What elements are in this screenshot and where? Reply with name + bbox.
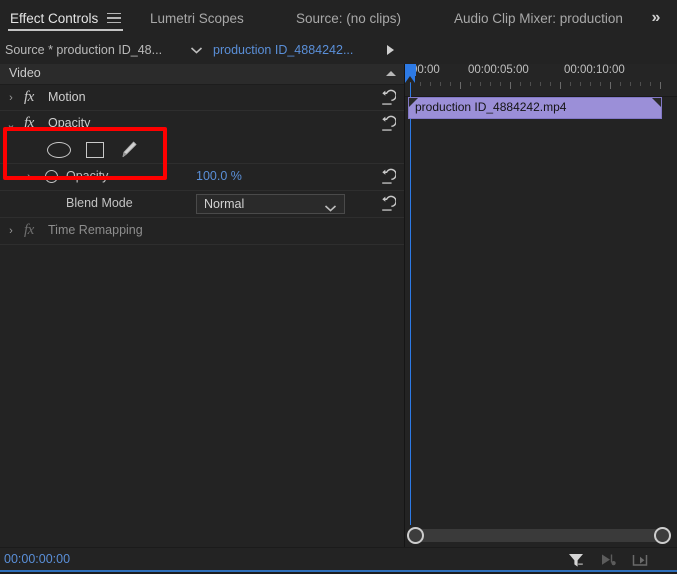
export-frame-icon[interactable]	[630, 551, 650, 569]
zoom-handle-right[interactable]	[654, 527, 671, 544]
effect-name-time-remapping: Time Remapping	[48, 223, 143, 237]
funnel-icon[interactable]	[566, 551, 586, 569]
funnel-glyph	[566, 551, 586, 569]
fx-icon[interactable]: fx	[24, 222, 34, 239]
fx-icon[interactable]: fx	[24, 115, 34, 132]
chevron-down-icon	[324, 200, 337, 218]
property-label-blend-mode: Blend Mode	[66, 196, 133, 210]
playhead-line	[410, 83, 411, 525]
source-label[interactable]: Source * production ID_48...	[5, 41, 162, 59]
playhead-marker[interactable]	[405, 64, 416, 83]
reset-icon-opacity[interactable]	[378, 115, 396, 133]
blend-mode-dropdown[interactable]: Normal	[196, 194, 345, 214]
active-tab-underline	[8, 29, 123, 31]
property-row-blend-mode[interactable]: Blend Mode Normal	[0, 191, 404, 217]
chevron-down-glyph	[190, 46, 203, 55]
tab-label: Source: (no clips)	[296, 11, 401, 26]
timecode-display[interactable]: 00:00:00:00	[4, 552, 70, 566]
section-header-label: Video	[9, 66, 41, 80]
effect-name-motion: Motion	[48, 90, 86, 104]
effect-row-motion[interactable]: › fx Motion	[0, 85, 404, 111]
effect-name-opacity: Opacity	[48, 116, 90, 130]
play-keyframe-icon[interactable]	[598, 551, 618, 569]
play-keyframe-glyph	[598, 551, 618, 569]
caret-up-icon[interactable]	[386, 71, 396, 76]
effect-row-time-remapping[interactable]: › fx Time Remapping	[0, 218, 404, 244]
reset-icon-opacity-property[interactable]	[378, 168, 396, 186]
mask-tools-row	[0, 137, 404, 163]
panel-tab-bar: Effect Controls Lumetri Scopes Source: (…	[0, 0, 677, 37]
rectangle-mask-icon[interactable]	[82, 140, 108, 160]
tab-label: Effect Controls	[10, 11, 98, 26]
focus-indicator-line	[0, 570, 677, 572]
disclosure-triangle-time-remapping[interactable]: ›	[4, 224, 18, 238]
property-label-opacity: Opacity	[66, 169, 108, 183]
clip-corner-right	[652, 98, 661, 107]
play-triangle-glyph	[387, 45, 394, 55]
chevron-down-icon[interactable]	[188, 42, 204, 58]
stopwatch-icon[interactable]	[45, 170, 58, 183]
source-selector-row: Source * production ID_48... production …	[0, 36, 677, 64]
ruler-ticks	[405, 82, 677, 89]
row-divider	[0, 244, 404, 245]
property-value-opacity[interactable]: 100.0 %	[196, 169, 242, 183]
rectangle-mask-glyph	[86, 142, 104, 158]
export-frame-glyph	[630, 551, 650, 569]
effect-controls-panel: Effect Controls Lumetri Scopes Source: (…	[0, 0, 677, 571]
ruler-label: 00:00:05:00	[468, 64, 529, 76]
reset-glyph	[378, 89, 396, 107]
reset-glyph	[378, 168, 396, 186]
pen-tool-glyph	[117, 140, 138, 160]
timeline-zoom-scrollbar[interactable]	[405, 525, 677, 547]
disclosure-triangle-opacity[interactable]: ⌄	[4, 117, 18, 131]
zoom-handle-left[interactable]	[407, 527, 424, 544]
effect-row-opacity[interactable]: ⌄ fx Opacity	[0, 111, 404, 137]
tab-effect-controls[interactable]: Effect Controls	[6, 0, 125, 36]
property-row-opacity[interactable]: › Opacity 100.0 %	[0, 164, 404, 190]
effect-controls-timeline: 00:00 00:00:05:00 00:00:10:00	[405, 64, 677, 525]
zoom-scrollbar-track[interactable]	[413, 529, 669, 542]
play-triangle-icon[interactable]	[383, 43, 397, 57]
tab-lumetri-scopes[interactable]: Lumetri Scopes	[146, 0, 248, 36]
tab-label: Lumetri Scopes	[150, 11, 244, 26]
disclosure-triangle-motion[interactable]: ›	[4, 91, 18, 105]
chevron-down-glyph	[324, 204, 337, 213]
timeline-ruler[interactable]: 00:00 00:00:05:00 00:00:10:00	[405, 64, 677, 97]
effect-controls-list: Video › fx Motion ⌄ fx Opacity	[0, 64, 405, 525]
reset-glyph	[378, 195, 396, 213]
tab-source[interactable]: Source: (no clips)	[292, 0, 405, 36]
playhead-body	[405, 64, 416, 76]
status-bar: 00:00:00:00	[0, 547, 677, 572]
panel-menu-icon[interactable]	[107, 13, 121, 24]
ellipse-mask-glyph	[47, 142, 71, 158]
timeline-clip-label: production ID_4884242.mp4	[415, 100, 566, 114]
playhead-tip	[405, 76, 415, 83]
section-header-video[interactable]: Video	[0, 64, 404, 85]
disclosure-triangle-opacity-property[interactable]: ›	[22, 170, 36, 184]
tab-overflow-button[interactable]: »	[639, 0, 671, 36]
fx-icon[interactable]: fx	[24, 89, 34, 106]
ruler-label: 00:00:10:00	[564, 64, 625, 76]
left-pane-footer	[0, 525, 405, 547]
reset-glyph	[378, 115, 396, 133]
timeline-clip-bar[interactable]: production ID_4884242.mp4	[408, 97, 662, 119]
blend-mode-value: Normal	[204, 197, 244, 211]
ellipse-mask-icon[interactable]	[46, 140, 72, 160]
reset-icon-blend-mode[interactable]	[378, 195, 396, 213]
selected-clip-label[interactable]: production ID_4884242...	[213, 41, 353, 59]
pen-tool-icon[interactable]	[114, 140, 140, 160]
tab-audio-clip-mixer[interactable]: Audio Clip Mixer: production	[450, 0, 627, 36]
tab-label: Audio Clip Mixer: production	[454, 11, 623, 26]
reset-icon-motion[interactable]	[378, 89, 396, 107]
